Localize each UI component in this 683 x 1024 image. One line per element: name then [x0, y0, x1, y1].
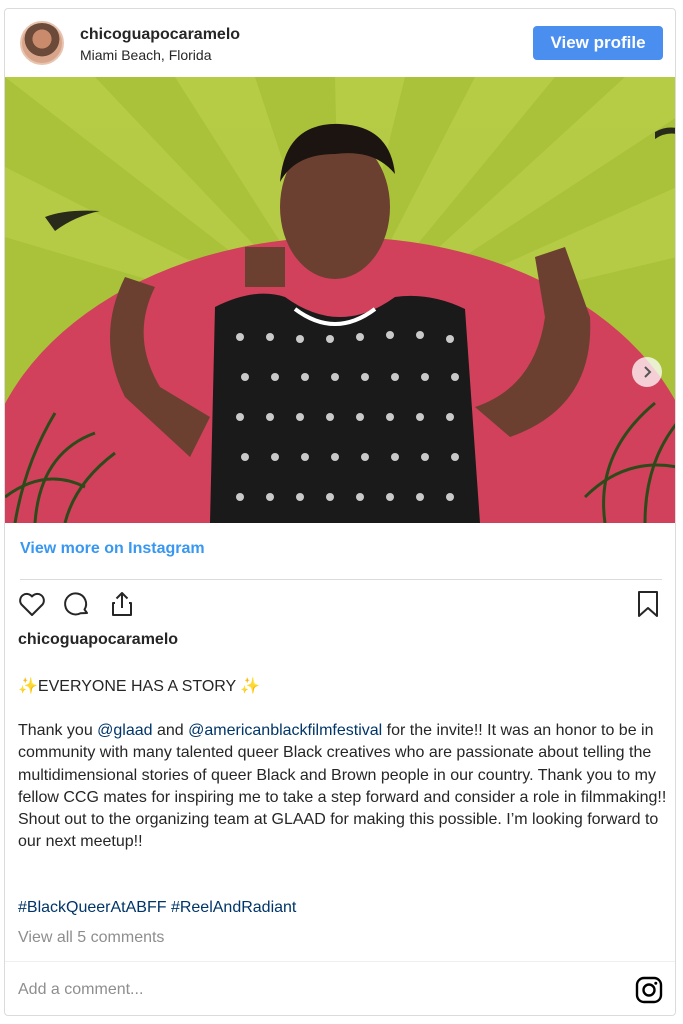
- post-photo[interactable]: [5, 77, 675, 523]
- share-icon[interactable]: [107, 589, 137, 619]
- bookmark-icon[interactable]: [633, 589, 663, 619]
- instagram-icon[interactable]: [634, 975, 664, 1005]
- mention-americanblackfilmfestival[interactable]: @americanblackfilmfestival: [188, 722, 382, 739]
- post-location[interactable]: Miami Beach, Florida: [80, 47, 212, 63]
- chevron-right-icon: [644, 366, 652, 378]
- divider: [5, 961, 675, 962]
- post-username[interactable]: chicoguapocaramelo: [80, 26, 240, 44]
- sparkles-icon: ✨: [18, 678, 38, 695]
- add-comment-input[interactable]: [18, 977, 598, 1003]
- heart-icon[interactable]: [17, 589, 47, 619]
- photo-illustration: [5, 77, 675, 523]
- mention-glaad[interactable]: @glaad: [97, 722, 152, 739]
- caption-headline: ✨EVERYONE HAS A STORY ✨: [18, 678, 261, 695]
- view-comments-link[interactable]: View all 5 comments: [18, 929, 164, 947]
- view-more-link[interactable]: View more on Instagram: [20, 540, 205, 558]
- hashtags[interactable]: #BlackQueerAtABFF #ReelAndRadiant: [18, 899, 296, 917]
- comment-icon[interactable]: [62, 589, 92, 619]
- carousel-next-button[interactable]: [632, 357, 662, 387]
- caption-text: Thank you @glaad and @americanblackfilmf…: [18, 722, 667, 851]
- view-profile-button[interactable]: View profile: [533, 26, 663, 60]
- sparkles-icon: ✨: [240, 678, 261, 695]
- post-header: chicoguapocaramelo Miami Beach, Florida …: [5, 9, 675, 77]
- divider: [20, 579, 662, 580]
- instagram-embed-card: chicoguapocaramelo Miami Beach, Florida …: [4, 8, 676, 1016]
- caption-username[interactable]: chicoguapocaramelo: [18, 631, 178, 649]
- avatar[interactable]: [20, 21, 64, 65]
